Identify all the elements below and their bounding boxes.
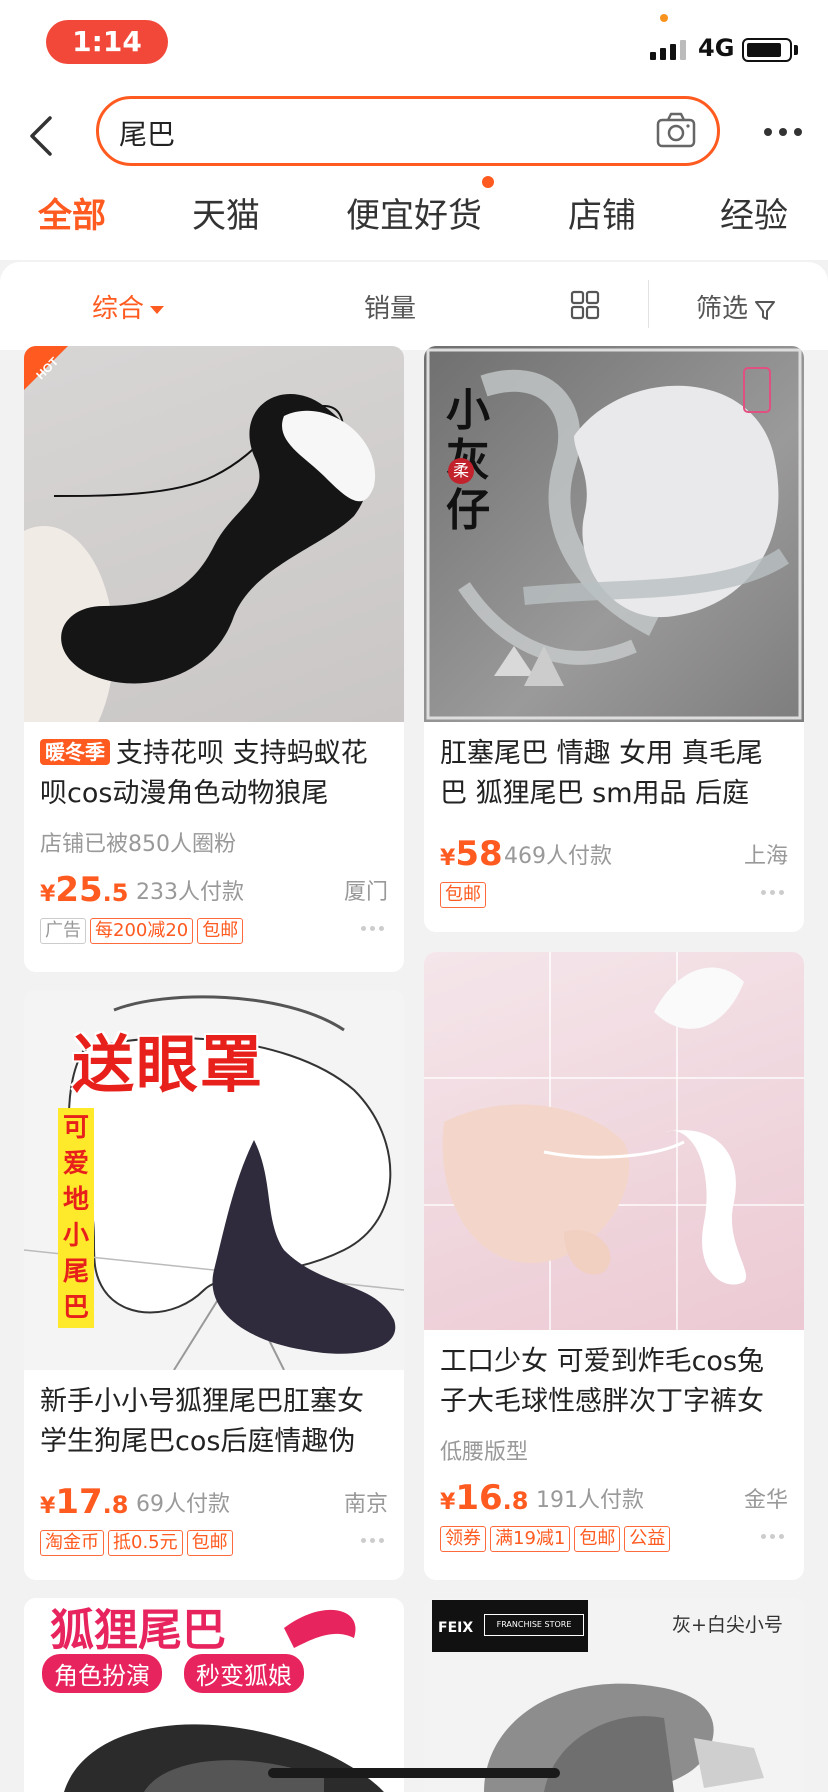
product-card[interactable]: 小灰仔 柔 肛塞尾巴 情趣 女用 真毛尾巴 狐狸尾巴 sm用品 后庭 ¥58 4… xyxy=(424,346,804,932)
tag-free-shipping: 包邮 xyxy=(197,918,244,944)
search-query[interactable]: 尾巴 xyxy=(119,113,175,153)
product-image: 狐狸尾巴 角色扮演 秒变狐娘 xyxy=(24,1598,404,1792)
product-card[interactable]: 送眼罩 可爱地小尾巴 新手小小号狐狸尾巴肛塞女学生狗尾巴cos后庭情趣伪 ¥17… xyxy=(24,990,404,1580)
product-price: ¥16.8 xyxy=(440,1478,529,1518)
brand-banner: FEIX FRANCHISE STORE xyxy=(432,1600,588,1652)
image-note: 灰+白尖小号 xyxy=(672,1614,783,1636)
recording-indicator xyxy=(660,14,668,22)
product-image: HOT xyxy=(24,346,404,722)
tag-coupon: 领券 xyxy=(440,1526,486,1552)
tag-discount: 每200减20 xyxy=(90,918,194,944)
brand-tag: FRANCHISE STORE xyxy=(484,1614,584,1636)
sales-count: 233人付款 xyxy=(136,880,244,905)
sort-comprehensive[interactable]: 综合 xyxy=(92,288,165,325)
image-headline: 送眼罩 xyxy=(72,1028,265,1101)
ship-location: 上海 xyxy=(743,844,788,869)
product-title: 工口少女 可爱到炸毛cos兔子大毛球性感胖次丁字裤女 xyxy=(440,1346,765,1417)
more-options-icon[interactable] xyxy=(761,890,784,895)
back-button[interactable] xyxy=(24,110,64,170)
product-image: 送眼罩 可爱地小尾巴 xyxy=(24,990,404,1370)
image-headline: 狐狸尾巴 xyxy=(50,1605,226,1656)
sort-sales[interactable]: 销量 xyxy=(364,288,416,325)
product-title: 肛塞尾巴 情趣 女用 真毛尾巴 狐狸尾巴 sm用品 后庭 xyxy=(440,738,763,809)
product-price: ¥58 xyxy=(440,834,503,874)
product-price: ¥17.8 xyxy=(40,1482,129,1522)
search-header: 尾巴 全部 天猫 便宜好货 店铺 经验 xyxy=(0,90,828,260)
product-image: 小灰仔 柔 xyxy=(424,346,804,722)
tag-taobao-coins: 淘金币 xyxy=(40,1530,104,1556)
tab-tmall[interactable]: 天猫 xyxy=(192,188,260,237)
status-bar: 1:14 4G xyxy=(0,0,828,90)
status-time: 1:14 xyxy=(46,20,168,64)
filter-button[interactable]: 筛选 xyxy=(696,288,776,325)
brand-logo: FEIX xyxy=(438,1620,474,1636)
product-card[interactable]: 狐狸尾巴 角色扮演 秒变狐娘 xyxy=(24,1598,404,1792)
tag-free-shipping: 包邮 xyxy=(186,1530,233,1556)
image-seal: 柔 xyxy=(448,458,474,484)
image-pill: 角色扮演 xyxy=(42,1654,162,1693)
sales-count: 191人付款 xyxy=(536,1488,644,1513)
shop-followers: 店铺已被850人圈粉 xyxy=(40,832,236,857)
tab-shops[interactable]: 店铺 xyxy=(568,188,636,237)
product-image: FEIX FRANCHISE STORE 灰+白尖小号 xyxy=(424,1598,804,1792)
home-indicator xyxy=(268,1768,560,1778)
product-title: 暖冬季 支持花呗 支持蚂蚁花呗cos动漫角色动物狼尾 xyxy=(40,738,368,809)
signal-icon xyxy=(650,38,686,60)
ship-location: 厦门 xyxy=(343,880,388,905)
sort-bar: 综合 销量 筛选 xyxy=(0,262,828,350)
more-options-icon[interactable] xyxy=(361,926,384,931)
product-price: ¥25.5 xyxy=(40,870,129,910)
tag-deduct: 抵0.5元 xyxy=(108,1530,183,1556)
tab-all[interactable]: 全部 xyxy=(38,188,106,237)
image-vertical-text: 可爱地小尾巴 xyxy=(58,1108,94,1328)
grid-view-icon[interactable] xyxy=(570,290,600,320)
category-tabs: 全部 天猫 便宜好货 店铺 经验 xyxy=(0,188,828,248)
product-card[interactable]: HOT 暖冬季 支持花呗 支持蚂蚁花呗cos动漫角色动物狼尾 店铺已被850人圈粉… xyxy=(24,346,404,972)
tab-cheap-goods[interactable]: 便宜好货 xyxy=(346,188,482,237)
filter-icon xyxy=(755,300,776,320)
sales-count: 469人付款 xyxy=(504,844,612,869)
product-card[interactable]: 工口少女 可爱到炸毛cos兔子大毛球性感胖次丁字裤女 低腰版型 ¥16.8 19… xyxy=(424,952,804,1580)
camera-icon[interactable] xyxy=(655,111,699,151)
hot-ribbon: HOT xyxy=(24,346,68,390)
tag-free-shipping: 包邮 xyxy=(574,1526,621,1552)
search-input[interactable]: 尾巴 xyxy=(96,96,720,166)
promo-badge: 暖冬季 xyxy=(40,739,110,765)
image-pill: 秒变狐娘 xyxy=(184,1654,304,1693)
battery-icon xyxy=(742,38,792,62)
new-dot-badge xyxy=(482,176,494,188)
product-title: 新手小小号狐狸尾巴肛塞女学生狗尾巴cos后庭情趣伪 xyxy=(40,1386,364,1457)
product-card[interactable]: FEIX FRANCHISE STORE 灰+白尖小号 xyxy=(424,1598,804,1792)
tag-charity: 公益 xyxy=(624,1526,671,1552)
tab-experience[interactable]: 经验 xyxy=(720,188,788,237)
back-arrow-icon xyxy=(30,116,52,156)
ship-location: 南京 xyxy=(343,1492,388,1517)
tag-ad: 广告 xyxy=(40,918,86,944)
tag-discount: 满19减1 xyxy=(490,1526,571,1552)
sales-count: 69人付款 xyxy=(136,1492,230,1517)
more-options-icon[interactable] xyxy=(761,1534,784,1539)
network-type: 4G xyxy=(698,34,735,62)
product-image xyxy=(424,952,804,1330)
caret-down-icon xyxy=(150,305,165,314)
product-feature: 低腰版型 xyxy=(440,1440,529,1465)
more-icon[interactable] xyxy=(764,128,802,136)
more-options-icon[interactable] xyxy=(361,1538,384,1543)
tag-free-shipping: 包邮 xyxy=(440,882,486,908)
ship-location: 金华 xyxy=(743,1488,788,1513)
